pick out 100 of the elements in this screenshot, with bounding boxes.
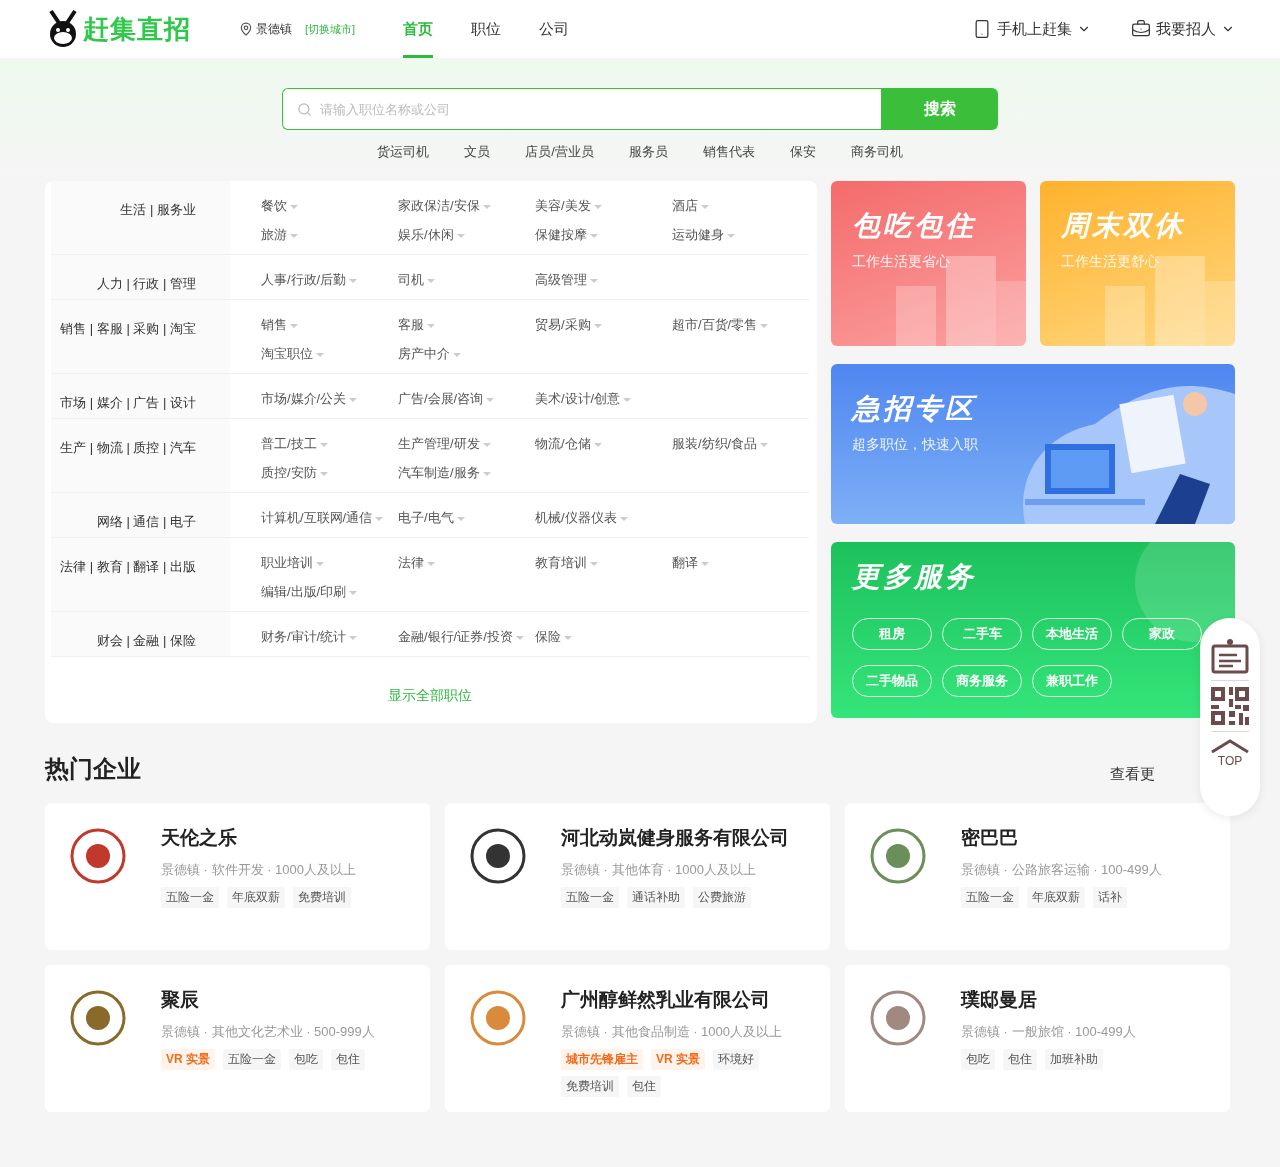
category-link[interactable]: 机械/仪器仪表: [535, 508, 672, 527]
category-link[interactable]: 法律: [398, 553, 535, 572]
category-link[interactable]: 运动健身: [672, 225, 809, 244]
company-name: 聚辰: [161, 988, 200, 1012]
category-link[interactable]: 编辑/出版/印刷: [261, 582, 398, 601]
benefit-tag: 城市先锋雇主: [561, 1049, 643, 1070]
category-link[interactable]: 客服: [398, 315, 535, 334]
caret-icon: [290, 323, 298, 328]
header-menu[interactable]: 手机上赶集: [972, 19, 1091, 39]
category-link[interactable]: 旅游: [261, 225, 398, 244]
banner-title: 包吃包住: [852, 209, 977, 243]
category-link[interactable]: 高级管理: [535, 270, 672, 289]
category-link[interactable]: 质控/安防: [261, 463, 398, 482]
category-link[interactable]: 家政保洁/安保: [398, 196, 535, 215]
company-logo-placeholder: [69, 989, 127, 1047]
category-link[interactable]: 人事/行政/后勤: [261, 270, 398, 289]
benefit-tag: 免费培训: [293, 887, 351, 908]
category-link[interactable]: 酒店: [672, 196, 809, 215]
category-link[interactable]: 司机: [398, 270, 535, 289]
category-title: 人力 | 行政 | 管理: [51, 255, 230, 299]
benefit-tag: 五险一金: [223, 1049, 281, 1070]
hot-search-link[interactable]: 商务司机: [850, 143, 903, 161]
caret-icon: [482, 442, 491, 447]
caret-icon: [701, 561, 709, 566]
category-link[interactable]: 电子/电气: [398, 508, 535, 527]
nav-tab[interactable]: 公司: [539, 0, 570, 58]
company-logo-placeholder: [469, 827, 527, 885]
banner-subtitle: 超多职位，快速入职: [852, 436, 979, 454]
category-link[interactable]: 超市/百货/零售: [672, 315, 809, 334]
company-card[interactable]: 天伦之乐 景德镇 · 软件开发 · 1000人及以上 五险一金 年底双薪 免费培训: [45, 803, 430, 950]
hot-search-link[interactable]: 保安: [789, 143, 816, 161]
banner-subtitle: 工作生活更省心: [852, 253, 951, 271]
category-link[interactable]: 服装/纺织/食品: [672, 434, 809, 453]
city-name: 景德镇: [256, 20, 292, 38]
benefit-tag: VR 实景: [161, 1049, 215, 1070]
category-link[interactable]: 房产中介: [398, 344, 535, 363]
category-title: 法律 | 教育 | 翻译 | 出版: [51, 538, 230, 611]
category-link[interactable]: 美术/设计/创意: [535, 389, 672, 408]
category-link[interactable]: 生产管理/研发: [398, 434, 535, 453]
caret-icon: [593, 204, 602, 209]
caret-icon: [727, 233, 735, 238]
company-logo-placeholder: [69, 827, 127, 885]
caret-icon: [564, 635, 572, 640]
category-link[interactable]: 销售: [261, 315, 398, 334]
caret-icon: [349, 590, 358, 595]
view-more-link[interactable]: 查看更: [1110, 764, 1155, 784]
company-name: 河北动岚健身服务有限公司: [561, 826, 789, 850]
category-title: 生产 | 物流 | 质控 | 汽车: [51, 419, 230, 492]
company-logo-placeholder: [869, 827, 927, 885]
category-link[interactable]: 贸易/采购: [535, 315, 672, 334]
hot-search-link[interactable]: 货运司机: [377, 143, 430, 161]
benefit-tag: 免费培训: [561, 1076, 619, 1097]
company-card[interactable]: 广州醇鲜然乳业有限公司 景德镇 · 其他食品制造 · 1000人及以上 城市先锋雇主 VR 实景 环境好 免费培训 包住: [445, 965, 830, 1112]
company-meta: 景德镇 · 其他文化艺术业 · 500-999人: [161, 1023, 375, 1041]
company-card[interactable]: 密巴巴 景德镇 · 公路旅客运输 · 100-499人 五险一金 年底双薪 话补: [845, 803, 1230, 950]
category-link[interactable]: 翻译: [672, 553, 809, 572]
caret-icon: [486, 397, 495, 402]
category-link[interactable]: 金融/银行/证券/投资: [398, 627, 535, 646]
caret-icon: [427, 561, 435, 566]
category-link[interactable]: 教育培训: [535, 553, 672, 572]
hot-search-link[interactable]: 文员: [464, 143, 491, 161]
company-card[interactable]: 聚辰 景德镇 · 其他文化艺术业 · 500-999人 VR 实景 五险一金 包吃 包住: [45, 965, 430, 1112]
caret-icon: [590, 561, 598, 566]
company-name: 天伦之乐: [161, 826, 238, 850]
hot-search-link[interactable]: 服务员: [628, 143, 668, 161]
caret-icon: [590, 278, 598, 283]
caret-icon: [319, 471, 328, 476]
category-link[interactable]: 财务/审计/统计: [261, 627, 398, 646]
category-link[interactable]: 娱乐/休闲: [398, 225, 535, 244]
hot-search-link[interactable]: 销售代表: [702, 143, 755, 161]
company-name: 密巴巴: [961, 826, 1019, 850]
nav-tab[interactable]: 职位: [471, 0, 502, 58]
qr-code-icon: [1211, 687, 1249, 725]
category-link[interactable]: 保险: [535, 627, 672, 646]
category-link[interactable]: 美容/美发: [535, 196, 672, 215]
benefit-tag: 公费旅游: [693, 887, 751, 908]
company-logo-placeholder: [869, 989, 927, 1047]
search-field[interactable]: 请输入职位名称或公司: [282, 88, 881, 130]
category-link[interactable]: 保健按摩: [535, 225, 672, 244]
benefit-tag: 年底双薪: [227, 887, 285, 908]
benefit-tag: 五险一金: [561, 887, 619, 908]
caret-icon: [349, 635, 358, 640]
category-link[interactable]: 汽车制造/服务: [398, 463, 535, 482]
category-link[interactable]: 广告/会展/咨询: [398, 389, 535, 408]
hot-search-link[interactable]: 店员/营业员: [525, 143, 594, 161]
company-name: 广州醇鲜然乳业有限公司: [561, 988, 771, 1012]
category-title: 市场 | 媒介 | 广告 | 设计: [51, 374, 230, 418]
category-link[interactable]: 市场/媒介/公关: [261, 389, 398, 408]
category-title: 财会 | 金融 | 保险: [51, 612, 230, 656]
back-to-top-button[interactable]: TOP: [1211, 732, 1249, 774]
category-link[interactable]: 普工/技工: [261, 434, 398, 453]
category-link[interactable]: 淘宝职位: [261, 344, 398, 363]
category-link[interactable]: 计算机/互联网/通信: [261, 508, 398, 527]
company-card[interactable]: 河北动岚健身服务有限公司 景德镇 · 其他体育 · 1000人及以上 五险一金 通话补助 公费旅游: [445, 803, 830, 950]
category-link[interactable]: 职业培训: [261, 553, 398, 572]
caret-icon: [316, 352, 324, 357]
category-link[interactable]: 物流/仓储: [535, 434, 672, 453]
category-link[interactable]: 餐饮: [261, 196, 398, 215]
header-menu[interactable]: 我要招人: [1131, 19, 1235, 39]
caret-icon: [760, 442, 769, 447]
